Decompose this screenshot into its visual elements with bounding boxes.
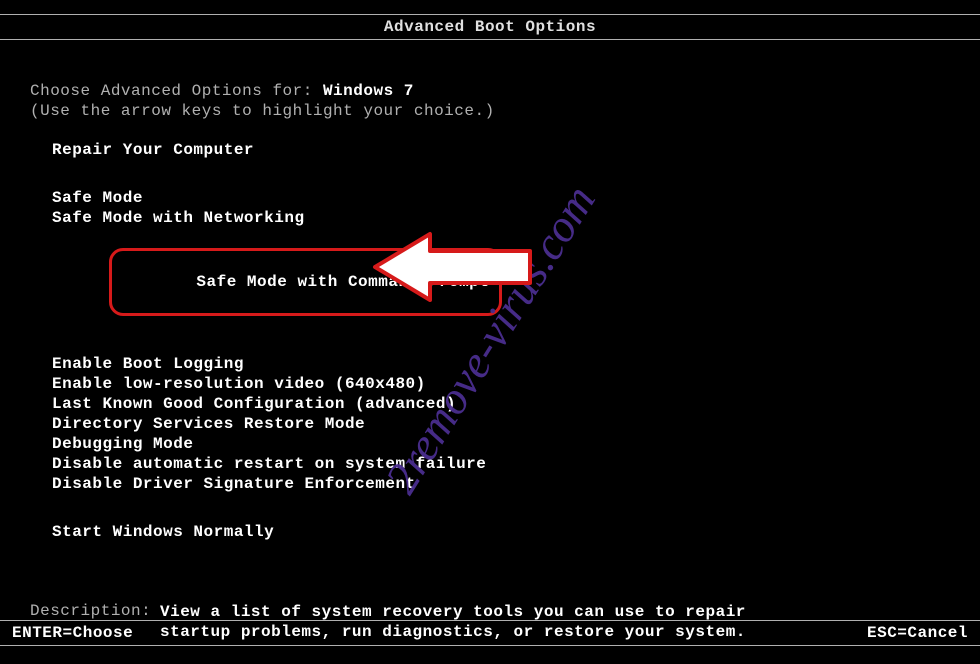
option-low-res[interactable]: Enable low-resolution video (640x480) xyxy=(52,374,950,394)
footer-esc: ESC=Cancel xyxy=(867,621,968,645)
option-last-known-good[interactable]: Last Known Good Configuration (advanced) xyxy=(52,394,950,414)
option-debugging[interactable]: Debugging Mode xyxy=(52,434,950,454)
os-name: Windows 7 xyxy=(323,82,414,100)
option-safe-mode[interactable]: Safe Mode xyxy=(52,188,950,208)
option-repair[interactable]: Repair Your Computer xyxy=(52,140,950,160)
option-ds-restore[interactable]: Directory Services Restore Mode xyxy=(52,414,950,434)
option-disable-driver-sig[interactable]: Disable Driver Signature Enforcement xyxy=(52,474,950,494)
option-start-normally[interactable]: Start Windows Normally xyxy=(52,522,950,542)
hint-line: (Use the arrow keys to highlight your ch… xyxy=(30,102,950,120)
screen-title: Advanced Boot Options xyxy=(384,18,596,36)
options-list: Repair Your Computer Safe Mode Safe Mode… xyxy=(30,140,950,542)
highlight-ring: Safe Mode with Command Prompt xyxy=(109,248,503,316)
option-disable-restart[interactable]: Disable automatic restart on system fail… xyxy=(52,454,950,474)
footer-bar: ENTER=Choose ESC=Cancel xyxy=(0,620,980,646)
footer-enter: ENTER=Choose xyxy=(12,621,133,645)
option-boot-logging[interactable]: Enable Boot Logging xyxy=(52,354,950,374)
option-safe-mode-networking[interactable]: Safe Mode with Networking xyxy=(52,208,950,228)
choose-line: Choose Advanced Options for: Windows 7 xyxy=(30,82,950,100)
description-line1: View a list of system recovery tools you… xyxy=(160,602,746,622)
choose-prefix: Choose Advanced Options for: xyxy=(30,82,323,100)
content-area: Choose Advanced Options for: Windows 7 (… xyxy=(0,82,980,642)
title-bar: Advanced Boot Options xyxy=(0,14,980,40)
option-safe-mode-cmd-label: Safe Mode with Command Prompt xyxy=(196,273,489,291)
option-safe-mode-cmd[interactable]: Safe Mode with Command Prompt xyxy=(52,228,950,336)
